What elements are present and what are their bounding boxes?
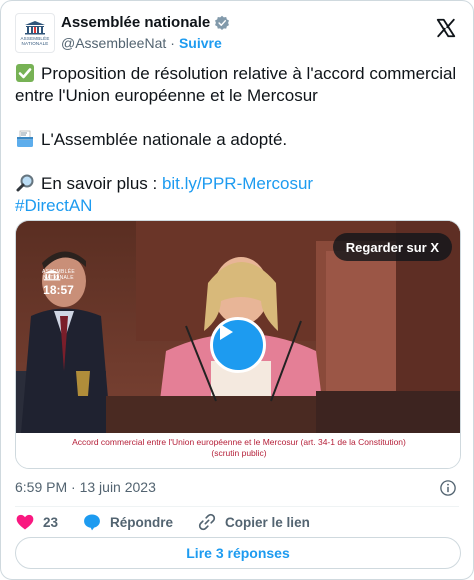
- reply-label: Répondre: [110, 514, 174, 530]
- info-icon[interactable]: [439, 479, 457, 497]
- magnifier-emoji: [16, 174, 34, 192]
- follow-button[interactable]: Suivre: [179, 35, 222, 51]
- account-name[interactable]: Assemblée nationale: [61, 14, 210, 31]
- divider: [15, 506, 459, 507]
- avatar[interactable]: ASSEMBLÉE NATIONALE: [15, 13, 55, 53]
- action-bar: 23 Répondre Copier le lien: [15, 511, 334, 533]
- play-icon: [220, 324, 233, 340]
- check-mark-emoji: [16, 64, 34, 82]
- handle-row: @AssembleeNat · Suivre: [61, 35, 222, 51]
- caption-line-1: Accord commercial entre l'Union européen…: [72, 437, 406, 447]
- avatar-logo-text-2: NATIONALE: [21, 41, 49, 46]
- badge-time: 18:57: [43, 283, 74, 297]
- channel-badge: ASSEMBLÉE NATIONALE 18:57: [42, 269, 75, 297]
- read-replies-button[interactable]: Lire 3 réponses: [15, 537, 461, 569]
- tweet-text: Proposition de résolution relative à l'a…: [15, 63, 461, 217]
- heart-icon: [16, 514, 34, 530]
- name-row: Assemblée nationale: [61, 14, 230, 31]
- ballot-box-emoji: [17, 130, 33, 147]
- copy-link-label: Copier le lien: [225, 514, 310, 530]
- caption-line-2: (scrutin public): [211, 448, 267, 458]
- copy-link-button[interactable]: Copier le lien: [197, 512, 310, 532]
- tweet-header: ASSEMBLÉE NATIONALE Assemblée nationale …: [15, 13, 459, 53]
- assembly-logo-icon: [25, 21, 45, 35]
- video-media[interactable]: ASSEMBLÉE NATIONALE 18:57 Regarder sur X…: [15, 220, 461, 469]
- reply-button[interactable]: Répondre: [82, 512, 173, 532]
- video-caption: Accord commercial entre l'Union européen…: [16, 433, 460, 468]
- play-button[interactable]: [210, 317, 266, 373]
- account-handle[interactable]: @AssembleeNat: [61, 35, 166, 51]
- tweet-timestamp[interactable]: 6:59 PM · 13 juin 2023: [15, 479, 156, 495]
- like-button[interactable]: 23: [15, 512, 58, 532]
- handle-separator: ·: [170, 35, 175, 51]
- watch-on-x-button[interactable]: Regarder sur X: [332, 233, 452, 261]
- verified-badge-icon: [215, 15, 230, 30]
- badge-logo-icon: [43, 270, 61, 281]
- like-count: 23: [43, 514, 59, 530]
- x-logo-icon[interactable]: [435, 17, 457, 39]
- reply-bubble-icon: [84, 514, 100, 531]
- tweet-line-1: Proposition de résolution relative à l'a…: [15, 64, 457, 105]
- link-icon: [198, 513, 216, 531]
- tweet-line-3-prefix: En savoir plus :: [41, 174, 162, 193]
- tweet-card: ASSEMBLÉE NATIONALE Assemblée nationale …: [0, 0, 474, 580]
- tweet-line-2: L'Assemblée nationale a adopté.: [41, 130, 288, 149]
- tweet-link[interactable]: bit.ly/PPR-Mercosur: [162, 174, 313, 193]
- tweet-hashtag[interactable]: #DirectAN: [15, 196, 92, 215]
- video-frame[interactable]: ASSEMBLÉE NATIONALE 18:57 Regarder sur X: [16, 221, 460, 433]
